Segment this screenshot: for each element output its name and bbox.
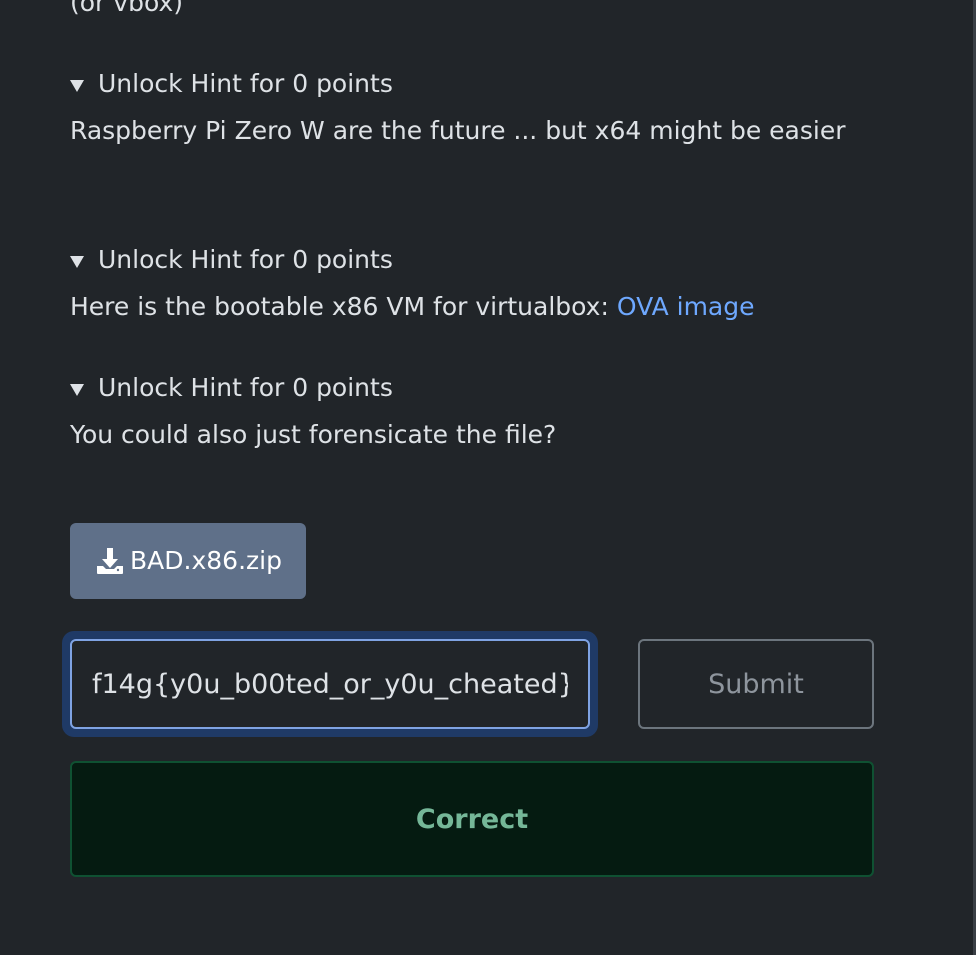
ova-image-link[interactable]: OVA image — [617, 292, 755, 321]
hint-2-toggle[interactable]: Unlock Hint for 0 points — [70, 243, 870, 277]
download-file-button[interactable]: BAD.x86.zip — [70, 523, 306, 599]
result-message: Correct — [70, 761, 874, 877]
download-file-label: BAD.x86.zip — [130, 546, 282, 575]
challenge-panel: (or vbox) Unlock Hint for 0 points Raspb… — [0, 0, 976, 955]
hint-1-body: Raspberry Pi Zero W are the future ... b… — [70, 116, 846, 145]
hint-3-toggle[interactable]: Unlock Hint for 0 points — [70, 371, 870, 405]
hint-summary-label: Unlock Hint for 0 points — [98, 373, 393, 402]
hint-2-body-text: Here is the bootable x86 VM for virtualb… — [70, 292, 617, 321]
hint-2-body: Here is the bootable x86 VM for virtualb… — [70, 283, 870, 331]
hint-1-toggle[interactable]: Unlock Hint for 0 points — [70, 67, 870, 101]
disclosure-triangle-icon — [70, 255, 84, 268]
hint-3-body: You could also just forensicate the file… — [70, 420, 557, 449]
hint-3: Unlock Hint for 0 points You could also … — [70, 371, 870, 459]
disclosure-triangle-icon — [70, 383, 84, 396]
submit-button[interactable]: Submit — [638, 639, 874, 729]
disclosure-triangle-icon — [70, 79, 84, 92]
hint-2: Unlock Hint for 0 points Here is the boo… — [70, 243, 870, 331]
flag-input[interactable] — [70, 639, 590, 729]
download-icon — [97, 548, 124, 574]
hint-1: Unlock Hint for 0 points Raspberry Pi Ze… — [70, 67, 870, 155]
hint-summary-label: Unlock Hint for 0 points — [98, 245, 393, 274]
flag-input-focus-ring — [62, 631, 598, 737]
hint-summary-label: Unlock Hint for 0 points — [98, 69, 393, 98]
description-tail: (or vbox) — [70, 0, 184, 17]
